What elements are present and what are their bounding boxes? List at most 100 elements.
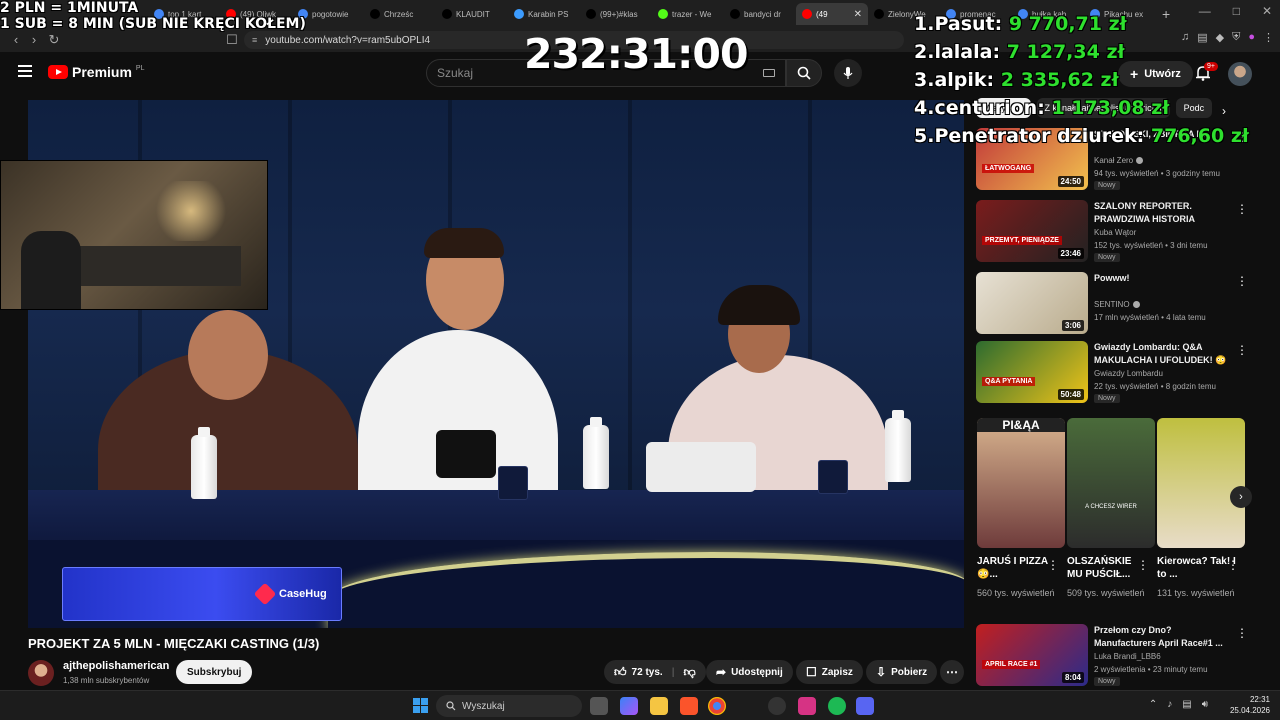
more-vertical-icon[interactable]: ⋮ xyxy=(1236,626,1248,640)
system-clock[interactable]: 22:31 25.04.2026 xyxy=(1230,694,1270,716)
video-title: Gwiazdy Lombardu: Q&A MAKULACHA I UFOLUD… xyxy=(1094,342,1227,365)
more-horizontal-icon: ⋯ xyxy=(946,665,958,679)
microphone-tray-icon[interactable]: ♪ xyxy=(1167,699,1172,710)
youtube-logo[interactable]: Premium PL xyxy=(48,64,144,80)
system-tray: ⌃ ♪ ▤ 🔊︎ xyxy=(1149,699,1208,710)
new-badge: Nowy xyxy=(1094,677,1120,686)
volume-icon[interactable]: 🔊︎ xyxy=(1202,699,1208,710)
keyboard-icon[interactable] xyxy=(763,69,775,77)
recommended-video[interactable]: Q&A PYTANIA 50:48 Gwiazdy Lombardu: Q&A MA… xyxy=(976,341,1248,403)
leaderboard-amount: 2 335,62 zł xyxy=(1000,69,1119,91)
shorts-next-button[interactable]: › xyxy=(1230,486,1252,508)
short-thumbnail[interactable] xyxy=(1157,418,1245,548)
donation-rule-sub: 1 SUB = 8 MIN (SUB NIE KRĘCI KOŁEM) xyxy=(0,16,306,32)
menu-icon[interactable]: ⋮ xyxy=(1263,31,1274,44)
short-thumbnail[interactable]: A CHCESZ WIRER xyxy=(1067,418,1155,548)
recommended-video[interactable]: 3:06 Powww! SENTINO 17 mln wyświetleń • 4 l… xyxy=(976,272,1248,334)
tab-close-icon[interactable]: ✕ xyxy=(854,9,862,20)
webcam-kitchen-counter xyxy=(61,246,241,286)
chrome-icon[interactable] xyxy=(708,697,726,715)
tab-label: Karabin PS xyxy=(528,9,569,19)
windows-taskbar: Wyszukaj ⌃ ♪ ▤ 🔊︎ 22:31 25.04.2026 xyxy=(0,690,1280,720)
leaderboard-rank: 1. xyxy=(914,13,935,35)
bookmark-icon[interactable]: ☐ xyxy=(222,32,242,48)
leaderboard-name: lalala: xyxy=(934,41,1001,63)
thumbs-down-icon[interactable]: 👎︎ xyxy=(684,665,696,680)
more-vertical-icon[interactable]: ⋮ xyxy=(1047,558,1059,572)
video-thumbnail[interactable]: 3:06 xyxy=(976,272,1088,334)
channel-name: Luka Brandi_LBB6 xyxy=(1094,652,1161,661)
channel-name: Kuba Wątor xyxy=(1094,228,1136,237)
save-label: Zapisz xyxy=(821,666,853,678)
video-thumbnail[interactable]: PRZEMYT, PIENIĄDZE 23:46 xyxy=(976,200,1088,262)
network-icon[interactable]: ▤ xyxy=(1182,699,1191,710)
video-thumbnail[interactable]: APRIL RACE #1 8:04 xyxy=(976,624,1088,686)
video-duration: 24:50 xyxy=(1057,176,1084,187)
download-button[interactable]: ⇩ Pobierz xyxy=(866,660,938,684)
site-info-icon[interactable]: ≡ xyxy=(252,35,257,45)
new-badge: Nowy xyxy=(1094,181,1120,190)
video-thumbnail[interactable]: Q&A PYTANIA 50:48 xyxy=(976,341,1088,403)
brave-browser-icon[interactable] xyxy=(680,697,698,715)
voice-search-button[interactable] xyxy=(834,59,862,87)
video-title: Powww! xyxy=(1094,273,1130,283)
like-button[interactable]: 👍︎ 72 tys. | 👎︎ xyxy=(604,660,706,684)
channel-name[interactable]: ajthepolishamerican xyxy=(63,660,169,672)
file-explorer-icon[interactable] xyxy=(650,697,668,715)
forward-icon[interactable]: › xyxy=(24,32,44,47)
browser-tab[interactable]: Karabin PS xyxy=(508,3,580,25)
video-meta: 22 tys. wyświetleń • 8 godzin temu xyxy=(1094,382,1216,391)
chevron-up-icon[interactable]: ⌃ xyxy=(1149,699,1157,710)
download-label: Pobierz xyxy=(891,666,928,678)
more-vertical-icon[interactable]: ⋮ xyxy=(1236,274,1248,288)
browser-tab[interactable]: KLAUDIT xyxy=(436,3,508,25)
taskbar-search-label: Wyszukaj xyxy=(462,700,505,712)
hamburger-menu-icon[interactable] xyxy=(18,65,32,77)
browser-tab[interactable]: (49 ✕ xyxy=(796,3,868,25)
more-actions-button[interactable]: ⋯ xyxy=(940,660,964,684)
video-meta: 152 tys. wyświetleń • 3 dni temu xyxy=(1094,241,1208,250)
short-thumbnail[interactable]: PI&ĄA xyxy=(977,418,1065,548)
leaderboard-row: 4.centurion: 1 173,08 zł xyxy=(914,94,1249,122)
close-icon[interactable]: ✕ xyxy=(1262,4,1272,18)
video-meta: 94 tys. wyświetleń • 3 godziny temu xyxy=(1094,169,1220,178)
tab-favicon-icon xyxy=(802,9,812,19)
browser-tab[interactable]: bandyci dr xyxy=(724,3,796,25)
video-duration: 8:04 xyxy=(1061,672,1084,683)
tab-favicon-icon xyxy=(730,9,740,19)
search-icon xyxy=(797,66,811,80)
task-view-icon[interactable] xyxy=(590,697,608,715)
subscribe-button[interactable]: Subskrybuj xyxy=(176,660,253,684)
windows-start-icon[interactable] xyxy=(413,698,428,713)
opera-gx-icon[interactable] xyxy=(798,697,816,715)
more-vertical-icon[interactable]: ⋮ xyxy=(1236,202,1248,216)
more-vertical-icon[interactable]: ⋮ xyxy=(1236,343,1248,357)
leaderboard-row: 2.lalala: 7 127,34 zł xyxy=(914,38,1249,66)
save-button[interactable]: ☐ Zapisz xyxy=(796,660,863,684)
spotify-icon[interactable] xyxy=(828,697,846,715)
leaderboard-row: 5.Penetrator dziurek: 776,60 zł xyxy=(914,122,1249,150)
channel-avatar[interactable] xyxy=(28,660,54,686)
browser-tab[interactable]: trazer - We xyxy=(652,3,724,25)
profile-icon[interactable]: ● xyxy=(1248,31,1255,44)
github-icon[interactable] xyxy=(768,697,786,715)
leaderboard-rank: 3. xyxy=(914,69,935,91)
more-vertical-icon[interactable]: ⋮ xyxy=(1137,558,1149,572)
back-icon[interactable]: ‹ xyxy=(6,32,26,47)
browser-tab[interactable]: (99+)#klas xyxy=(580,3,652,25)
search-button[interactable] xyxy=(786,59,822,87)
share-button[interactable]: ➦ Udostępnij xyxy=(706,660,793,684)
taskbar-search[interactable]: Wyszukaj xyxy=(436,695,582,717)
reload-icon[interactable]: ↻ xyxy=(44,32,64,48)
camera xyxy=(436,430,496,478)
discord-icon[interactable] xyxy=(856,697,874,715)
tab-favicon-icon xyxy=(442,9,452,19)
sponsor-banner[interactable]: CaseHug xyxy=(62,567,342,621)
browser-tab[interactable]: Chrześc xyxy=(364,3,436,25)
recommended-video[interactable]: APRIL RACE #1 8:04 Przełom czy Dno? Manufa… xyxy=(976,624,1248,686)
copilot-icon[interactable] xyxy=(620,697,638,715)
short-caption: PI&ĄA xyxy=(977,418,1065,432)
recommended-video[interactable]: PRZEMYT, PIENIĄDZE 23:46 SZALONY REPORTER.… xyxy=(976,200,1248,262)
channel-name: Gwiazdy Lombardu xyxy=(1094,369,1163,378)
more-vertical-icon[interactable]: ⋮ xyxy=(1227,558,1239,572)
